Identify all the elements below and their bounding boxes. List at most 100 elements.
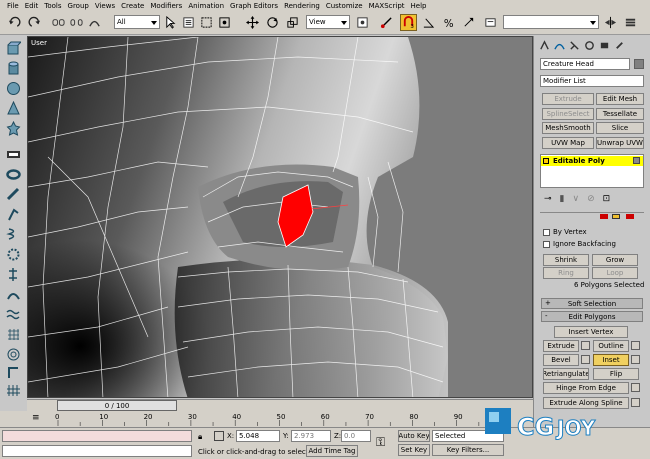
menu-group[interactable]: Group (66, 2, 93, 10)
selection-filter-dropdown[interactable]: All (114, 15, 160, 29)
outline-settings-icon[interactable] (631, 341, 640, 350)
extrude-settings-icon[interactable] (581, 341, 590, 350)
unlink-icon[interactable] (68, 14, 85, 31)
select-and-rotate-icon[interactable] (264, 14, 281, 31)
modifier-slice-button[interactable]: Slice (596, 122, 644, 134)
shrink-button[interactable]: Shrink (543, 254, 589, 266)
window-crossing-icon[interactable] (216, 14, 233, 31)
named-selection-sets-dropdown[interactable] (503, 15, 599, 29)
display-tab-icon[interactable] (598, 38, 611, 52)
ring-button[interactable]: Ring (543, 267, 589, 279)
create-lathe-icon[interactable] (4, 266, 22, 283)
menu-animation[interactable]: Animation (186, 2, 228, 10)
configure-sets-icon[interactable]: ⊡ (603, 194, 611, 204)
select-and-scale-icon[interactable] (284, 14, 301, 31)
object-name-field[interactable]: Creature Head (540, 58, 630, 70)
create-wave-icon[interactable] (4, 306, 22, 323)
show-end-result-icon[interactable]: ▮ (560, 194, 565, 204)
menu-customize[interactable]: Customize (324, 2, 367, 10)
rect-selection-icon[interactable] (198, 14, 215, 31)
create-fence-icon[interactable] (4, 382, 22, 399)
mirror-icon[interactable] (602, 14, 619, 31)
menu-rendering[interactable]: Rendering (282, 2, 324, 10)
create-cylinder-icon[interactable] (4, 60, 22, 77)
inset-button[interactable]: Inset (593, 354, 629, 366)
menu-edit[interactable]: Edit (23, 2, 43, 10)
grow-button[interactable]: Grow (592, 254, 638, 266)
motion-tab-icon[interactable] (583, 38, 596, 52)
select-by-name-icon[interactable] (180, 14, 197, 31)
create-tube-icon[interactable] (4, 186, 22, 203)
menu-modifiers[interactable]: Modifiers (148, 2, 186, 10)
z-coordinate-field[interactable]: 0.0 (341, 430, 371, 442)
modifier-list-dropdown[interactable]: Modifier List (540, 75, 644, 87)
maxscript-output-field[interactable] (2, 445, 192, 457)
select-object-icon[interactable] (162, 14, 179, 31)
retriangulate-button[interactable]: Retriangulate (543, 368, 589, 380)
snap-toggle-icon[interactable]: 3 (400, 14, 417, 31)
pin-stack-icon[interactable]: ⊸ (544, 194, 552, 204)
modifier-tessellate-button[interactable]: Tessellate (596, 108, 644, 120)
layer-manager-icon[interactable] (622, 14, 639, 31)
redo-icon[interactable] (26, 14, 43, 31)
viewport-user[interactable]: User (27, 36, 533, 398)
menu-maxscript[interactable]: MAXScript (367, 2, 409, 10)
viewport-label[interactable]: User (31, 39, 47, 47)
create-torus-icon[interactable] (4, 166, 22, 183)
maxscript-listener-field[interactable] (2, 430, 192, 442)
percent-snap-icon[interactable]: % (440, 14, 457, 31)
hinge-from-edge-button[interactable]: Hinge From Edge (543, 382, 629, 394)
create-bend-icon[interactable] (4, 364, 22, 381)
remove-modifier-icon[interactable]: ⊘ (587, 194, 595, 204)
soft-selection-rollout[interactable]: + Soft Selection (541, 298, 643, 309)
menu-help[interactable]: Help (409, 2, 431, 10)
loop-button[interactable]: Loop (592, 267, 638, 279)
track-bar-menu-icon[interactable]: ≡ (32, 413, 40, 423)
modifier-unwrap-uvw-button[interactable]: Unwrap UVW (596, 137, 644, 149)
create-grid-icon[interactable] (4, 326, 22, 343)
create-tab-icon[interactable] (538, 38, 551, 52)
angle-snap-icon[interactable] (420, 14, 437, 31)
hierarchy-tab-icon[interactable] (568, 38, 581, 52)
auto-key-button[interactable]: Auto Key (398, 430, 430, 442)
bind-space-warp-icon[interactable] (86, 14, 103, 31)
set-key-icon[interactable]: ⚿ (376, 435, 385, 450)
make-unique-icon[interactable]: ∨ (573, 194, 580, 204)
ignore-backfacing-checkbox[interactable]: Ignore Backfacing (543, 240, 616, 248)
modifier-splineselect-button[interactable]: SplineSelect (542, 108, 594, 120)
create-star-icon[interactable] (4, 120, 22, 137)
utilities-tab-icon[interactable] (613, 38, 626, 52)
insert-vertex-button[interactable]: Insert Vertex (554, 326, 628, 338)
select-and-manipulate-icon[interactable] (378, 14, 395, 31)
inset-settings-icon[interactable] (631, 355, 640, 364)
lock-selection-icon[interactable]: 🔒︎ (198, 432, 202, 442)
modify-tab-icon[interactable] (553, 38, 566, 52)
create-plane-icon[interactable] (4, 146, 22, 163)
stack-item-editable-poly[interactable]: Editable Poly (541, 156, 643, 166)
track-bar[interactable]: 0 10 20 30 40 50 60 70 80 90 ≡ (0, 411, 533, 427)
object-color-swatch[interactable] (634, 59, 644, 69)
pivot-center-icon[interactable] (354, 14, 371, 31)
create-cone-icon[interactable] (4, 100, 22, 117)
flip-button[interactable]: Flip (593, 368, 639, 380)
modifier-extrude-button[interactable]: Extrude (542, 93, 594, 105)
modifier-edit-mesh-button[interactable]: Edit Mesh (596, 93, 644, 105)
reference-coord-dropdown[interactable]: View (306, 15, 350, 29)
create-gear-icon[interactable] (4, 246, 22, 263)
bevel-settings-icon[interactable] (581, 355, 590, 364)
create-box-icon[interactable] (4, 40, 22, 57)
modifier-uvw-map-button[interactable]: UVW Map (542, 137, 594, 149)
create-sphere-icon[interactable] (4, 80, 22, 97)
create-teapot-icon[interactable] (4, 206, 22, 223)
border-icon[interactable] (626, 214, 634, 219)
stack-item-expand-icon[interactable] (543, 158, 549, 164)
undo-icon[interactable] (6, 14, 23, 31)
menu-tools[interactable]: Tools (42, 2, 65, 10)
bevel-button[interactable]: Bevel (543, 354, 579, 366)
menu-create[interactable]: Create (119, 2, 148, 10)
add-time-tag-button[interactable]: Add Time Tag (306, 445, 358, 457)
set-key-button[interactable]: Set Key (398, 444, 430, 456)
element-icon[interactable] (600, 214, 608, 219)
extrude-button[interactable]: Extrude (543, 340, 579, 352)
create-ripple-icon[interactable] (4, 346, 22, 363)
